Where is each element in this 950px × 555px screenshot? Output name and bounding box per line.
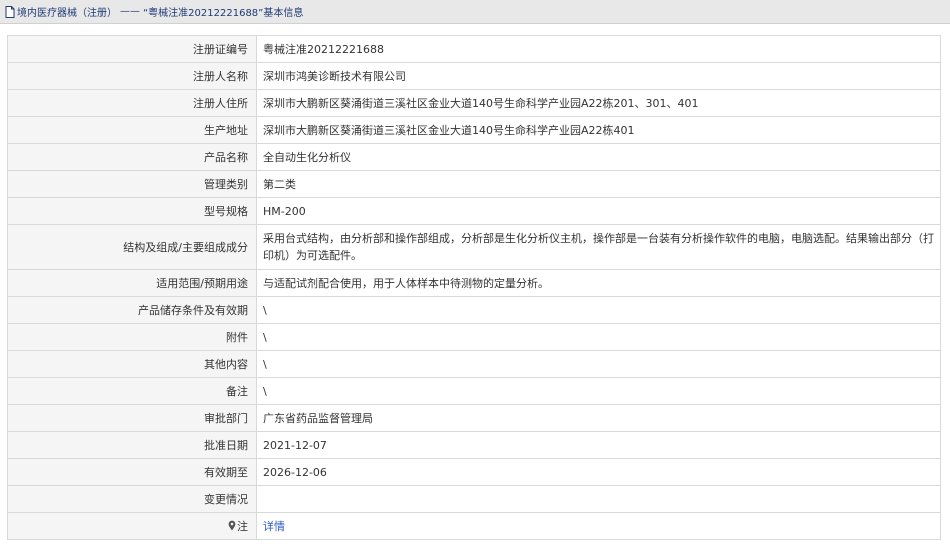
table-row: 生产地址 深圳市大鹏新区葵涌街道三溪社区金业大道140号生命科学产业园A22栋4…: [7, 116, 941, 144]
row-value-approval-dept: 广东省药品监督管理局: [256, 404, 941, 432]
row-value-note: 详情: [256, 512, 941, 540]
row-value-reg-number: 粤械注准20212221688: [256, 35, 941, 63]
breadcrumb-separator: ——: [120, 6, 140, 17]
note-label: 注: [237, 519, 248, 533]
table-row: 注册人住所 深圳市大鹏新区葵涌街道三溪社区金业大道140号生命科学产业园A22栋…: [7, 89, 941, 117]
row-label-management-class: 管理类别: [7, 170, 257, 198]
table-row: 变更情况: [7, 485, 941, 513]
row-label-model: 型号规格: [7, 197, 257, 225]
pin-icon: [228, 519, 236, 530]
document-icon: [5, 5, 15, 18]
row-value-registrant-name: 深圳市鸿美诊断技术有限公司: [256, 62, 941, 90]
breadcrumb-section: 基本信息: [263, 8, 304, 19]
row-label-approval-dept: 审批部门: [7, 404, 257, 432]
table-row: 型号规格 HM-200: [7, 197, 941, 225]
table-row: 审批部门 广东省药品监督管理局: [7, 404, 941, 432]
info-table: 注册证编号 粤械注准20212221688 注册人名称 深圳市鸿美诊断技术有限公…: [7, 35, 941, 540]
table-row: 注 详情: [7, 512, 941, 540]
row-label-approval-date: 批准日期: [7, 431, 257, 459]
row-label-remarks: 备注: [7, 377, 257, 405]
table-row: 注册人名称 深圳市鸿美诊断技术有限公司: [7, 62, 941, 90]
table-row: 产品储存条件及有效期 \: [7, 296, 941, 324]
row-value-structure: 采用台式结构，由分析部和操作部组成，分析部是生化分析仪主机，操作部是一台装有分析…: [256, 224, 941, 270]
table-row: 有效期至 2026-12-06: [7, 458, 941, 486]
row-value-registrant-address: 深圳市大鹏新区葵涌街道三溪社区金业大道140号生命科学产业园A22栋201、30…: [256, 89, 941, 117]
row-value-intended-use: 与适配试剂配合使用，用于人体样本中待测物的定量分析。: [256, 269, 941, 297]
row-label-product-name: 产品名称: [7, 143, 257, 171]
row-value-product-name: 全自动生化分析仪: [256, 143, 941, 171]
row-label-attachment: 附件: [7, 323, 257, 351]
row-value-management-class: 第二类: [256, 170, 941, 198]
row-label-production-address: 生产地址: [7, 116, 257, 144]
breadcrumb: 境内医疗器械（注册） —— “粤械注准20212221688” 基本信息: [0, 0, 950, 24]
row-value-approval-date: 2021-12-07: [256, 431, 941, 459]
row-label-registrant-name: 注册人名称: [7, 62, 257, 90]
row-value-attachment: \: [256, 323, 941, 351]
detail-link[interactable]: 详情: [263, 520, 285, 533]
breadcrumb-record: “粤械注准20212221688”: [143, 8, 264, 19]
table-row: 结构及组成/主要组成成分 采用台式结构，由分析部和操作部组成，分析部是生化分析仪…: [7, 224, 941, 270]
row-label-structure: 结构及组成/主要组成成分: [7, 224, 257, 270]
row-value-valid-until: 2026-12-06: [256, 458, 941, 486]
row-value-model: HM-200: [256, 197, 941, 225]
row-label-registrant-address: 注册人住所: [7, 89, 257, 117]
row-label-reg-number: 注册证编号: [7, 35, 257, 63]
table-row: 其他内容 \: [7, 350, 941, 378]
info-table-container: 注册证编号 粤械注准20212221688 注册人名称 深圳市鸿美诊断技术有限公…: [7, 35, 941, 540]
table-row: 管理类别 第二类: [7, 170, 941, 198]
table-row: 注册证编号 粤械注准20212221688: [7, 35, 941, 63]
row-label-storage: 产品储存条件及有效期: [7, 296, 257, 324]
table-row: 适用范围/预期用途 与适配试剂配合使用，用于人体样本中待测物的定量分析。: [7, 269, 941, 297]
row-value-production-address: 深圳市大鹏新区葵涌街道三溪社区金业大道140号生命科学产业园A22栋401: [256, 116, 941, 144]
row-label-note: 注: [7, 512, 257, 540]
row-label-changes: 变更情况: [7, 485, 257, 513]
row-value-remarks: \: [256, 377, 941, 405]
row-label-other: 其他内容: [7, 350, 257, 378]
row-value-other: \: [256, 350, 941, 378]
table-row: 附件 \: [7, 323, 941, 351]
table-row: 批准日期 2021-12-07: [7, 431, 941, 459]
table-row: 产品名称 全自动生化分析仪: [7, 143, 941, 171]
table-row: 备注 \: [7, 377, 941, 405]
row-label-intended-use: 适用范围/预期用途: [7, 269, 257, 297]
row-value-changes: [256, 485, 941, 513]
row-value-storage: \: [256, 296, 941, 324]
breadcrumb-category[interactable]: 境内医疗器械（注册）: [17, 4, 117, 19]
row-label-valid-until: 有效期至: [7, 458, 257, 486]
